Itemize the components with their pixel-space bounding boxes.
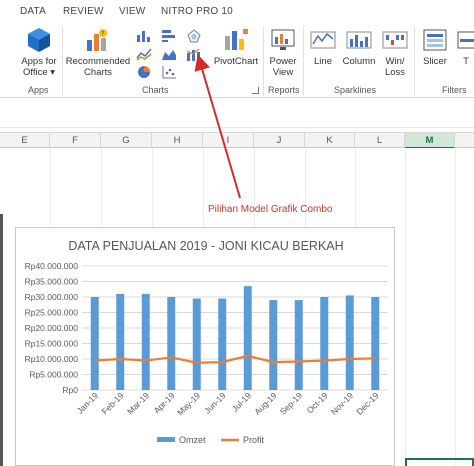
bar-omzet — [192, 298, 201, 390]
chart-container[interactable]: DATA PENJUALAN 2019 - JONI KICAU BERKAH … — [15, 227, 395, 466]
x-tick-label: Sep-19 — [278, 390, 305, 417]
x-tick-label: Dec-19 — [354, 390, 381, 417]
x-tick-label: Oct-19 — [305, 390, 330, 415]
bar-omzet — [294, 300, 303, 390]
y-tick-label: Rp35.000.000 — [25, 277, 79, 287]
y-tick-label: Rp15.000.000 — [25, 339, 79, 349]
excel-window: DATA REVIEW VIEW NITRO PRO 10 Apps for O… — [0, 0, 474, 466]
y-tick-label: Rp20.000.000 — [25, 323, 79, 333]
x-tick-label: Nov-19 — [329, 390, 356, 417]
y-tick-label: Rp40.000.000 — [25, 261, 79, 271]
bar-omzet — [90, 297, 99, 390]
bar-omzet — [116, 293, 125, 390]
x-tick-label: Jun-19 — [202, 390, 228, 416]
active-cell-indicator — [405, 458, 474, 466]
x-tick-label: Jan-19 — [75, 390, 101, 416]
bar-omzet — [141, 293, 150, 390]
line-profit — [94, 354, 376, 364]
bar-omzet — [218, 298, 227, 390]
bar-omzet — [269, 300, 278, 390]
bar-omzet — [243, 286, 252, 390]
y-tick-label: Rp25.000.000 — [25, 308, 79, 318]
bar-omzet — [345, 295, 354, 390]
x-tick-label: Feb-19 — [100, 390, 126, 416]
x-tick-label: Aug-19 — [252, 390, 279, 417]
bar-omzet — [320, 297, 329, 390]
x-tick-label: Mar-19 — [125, 390, 151, 416]
legend-label-omzet: Omzet — [179, 435, 206, 445]
legend-label-profit: Profit — [243, 435, 265, 445]
bar-omzet — [167, 297, 176, 390]
y-tick-label: Rp30.000.000 — [25, 292, 79, 302]
annotation-text: Pilihan Model Grafik Combo — [208, 204, 333, 215]
y-tick-label: Rp10.000.000 — [25, 354, 79, 364]
chart-plot: Rp0 Rp5.000.000 Rp10.000.000 Rp15.000.000 Rp… — [25, 261, 388, 445]
x-tick-label: May-19 — [175, 390, 202, 417]
legend-swatch-omzet — [157, 437, 175, 442]
x-tick-label: Jul-19 — [230, 390, 254, 414]
bar-omzet — [371, 297, 380, 390]
y-tick-label: Rp5.000.000 — [29, 370, 78, 380]
y-tick-label: Rp0 — [62, 385, 78, 395]
x-tick-label: Apr-19 — [152, 390, 177, 415]
